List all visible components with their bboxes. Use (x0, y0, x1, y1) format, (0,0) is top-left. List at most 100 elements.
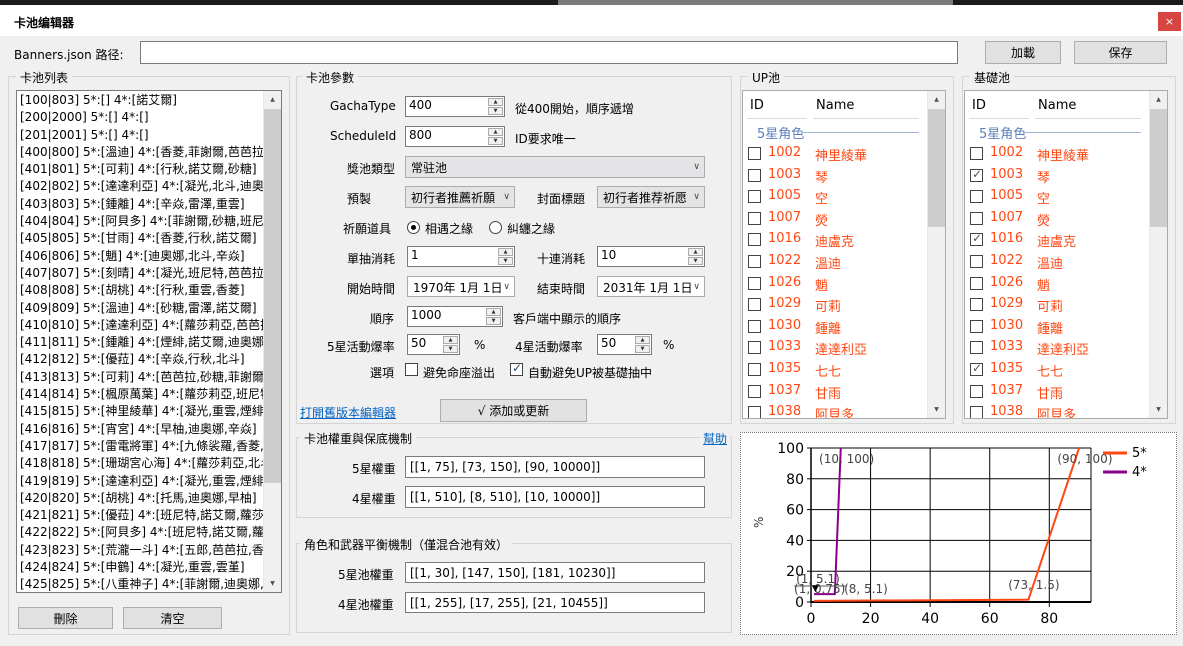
pool-list-item[interactable]: [416|816] 5*:[宵宮] 4*:[早柚,迪奧娜,辛焱] (17, 421, 264, 438)
auto-avoid-up-checkbox[interactable] (510, 363, 523, 376)
weight4-input[interactable] (405, 486, 705, 508)
scroll-up-icon[interactable]: ▲ (928, 91, 945, 108)
pool-list-item[interactable]: [421|821] 5*:[優菈] 4*:[班尼特,諾艾爾,蘿莎莉亞] (17, 507, 264, 524)
spin-up-icon[interactable]: ▲ (498, 248, 513, 256)
pool-weight4-input[interactable] (405, 592, 705, 613)
spin-down-icon[interactable]: ▼ (498, 257, 513, 265)
pool-row[interactable]: 1035七七 (743, 361, 928, 382)
scrollbar-thumb[interactable] (1150, 109, 1167, 227)
pool-row[interactable]: 1037甘雨 (743, 383, 928, 404)
row-checkbox[interactable] (970, 190, 983, 203)
pool-list-item[interactable]: [415|815] 5*:[神里綾華] 4*:[凝光,重雲,煙緋] (17, 403, 264, 420)
row-checkbox[interactable] (748, 363, 761, 376)
pool-list-item[interactable]: [413|813] 5*:[可莉] 4*:[芭芭拉,砂糖,菲謝爾] (17, 369, 264, 386)
pool-list-item[interactable]: [410|810] 5*:[達達利亞] 4*:[蘿莎莉亞,芭芭拉,菲謝爾] (17, 317, 264, 334)
radio-intertwined-fate-label[interactable]: 糾纏之緣 (507, 220, 555, 237)
spin-down-icon[interactable]: ▼ (488, 137, 503, 145)
help-link[interactable]: 幫助 (700, 430, 730, 447)
row-checkbox[interactable] (970, 212, 983, 225)
pool-weight5-input[interactable] (405, 562, 705, 583)
row-checkbox[interactable] (970, 406, 983, 419)
pool-row[interactable]: 1026魈 (965, 275, 1150, 296)
scrollbar-thumb[interactable] (928, 109, 945, 227)
spin-up-icon[interactable]: ▲ (635, 336, 650, 344)
pool-list-item[interactable]: [404|804] 5*:[阿貝多] 4*:[菲謝爾,砂糖,班尼特] (17, 213, 264, 230)
radio-acquaint-fate-label[interactable]: 相遇之緣 (425, 220, 473, 237)
row-checkbox[interactable] (748, 212, 761, 225)
spin-down-icon[interactable]: ▼ (488, 107, 503, 115)
pool-row[interactable]: 1007熒 (965, 210, 1150, 231)
pool-row[interactable]: 1022溫迪 (743, 253, 928, 274)
row-checkbox[interactable] (748, 385, 761, 398)
pool-list-item[interactable]: [425|825] 5*:[八重神子] 4*:[菲謝爾,迪奧娜,托馬] (17, 576, 264, 592)
ten-cost-value[interactable]: 10 (598, 247, 687, 266)
close-button[interactable]: × (1158, 12, 1181, 31)
row-checkbox[interactable] (970, 147, 983, 160)
spin-up-icon[interactable]: ▲ (488, 98, 503, 106)
pool-list-item[interactable]: [407|807] 5*:[刻晴] 4*:[凝光,班尼特,芭芭拉] (17, 265, 264, 282)
spin-up-icon[interactable]: ▲ (688, 248, 703, 256)
save-button[interactable]: 保存 (1074, 41, 1167, 64)
row-checkbox[interactable] (970, 233, 983, 246)
pool-list-item[interactable]: [418|818] 5*:[珊瑚宮心海] 4*:[蘿莎莉亞,北斗,行秋] (17, 455, 264, 472)
pool-list-item[interactable]: [400|800] 5*:[溫迪] 4*:[香菱,菲謝爾,芭芭拉] (17, 144, 264, 161)
row-checkbox[interactable] (970, 298, 983, 311)
row-checkbox[interactable] (748, 298, 761, 311)
pool-list-item[interactable]: [200|2000] 5*:[] 4*:[] (17, 109, 264, 126)
pool-row[interactable]: 1033達達利亞 (743, 339, 928, 360)
scroll-down-icon[interactable]: ▼ (1150, 401, 1167, 418)
row-checkbox[interactable] (748, 255, 761, 268)
old-editor-link[interactable]: 打開舊版本編輯器 (300, 404, 396, 421)
row-checkbox[interactable] (970, 385, 983, 398)
gachatype-spinner[interactable]: 400 ▲▼ (405, 96, 505, 117)
pool-row[interactable]: 1007熒 (743, 210, 928, 231)
add-update-button[interactable]: √ 添加或更新 (440, 399, 587, 422)
pool-listbox[interactable]: [100|803] 5*:[] 4*:[諾艾爾][200|2000] 5*:[]… (16, 90, 282, 593)
pool-row[interactable]: 1030鍾離 (965, 318, 1150, 339)
row-checkbox[interactable] (748, 147, 761, 160)
rate4-spinner[interactable]: 50 ▲▼ (597, 334, 652, 355)
row-checkbox[interactable] (970, 320, 983, 333)
pool-row[interactable]: 1037甘雨 (965, 383, 1150, 404)
pool-row[interactable]: 1005空 (743, 188, 928, 209)
spin-up-icon[interactable]: ▲ (443, 336, 458, 344)
pool-row[interactable]: 1003琴 (965, 167, 1150, 188)
pool-row[interactable]: 1038阿貝多 (965, 404, 1150, 419)
pool-row[interactable]: 1029可莉 (743, 296, 928, 317)
row-checkbox[interactable] (970, 255, 983, 268)
pool-list-item[interactable]: [419|819] 5*:[達達利亞] 4*:[凝光,重雲,煙緋] (17, 473, 264, 490)
avoid-constellation-checkbox[interactable] (405, 363, 418, 376)
rate4-value[interactable]: 50 (598, 335, 634, 354)
scheduleid-spinner[interactable]: 800 ▲▼ (405, 126, 505, 147)
pool-list-item[interactable]: [424|824] 5*:[申鶴] 4*:[凝光,重雲,雲堇] (17, 559, 264, 576)
pool-list-item[interactable]: [411|811] 5*:[鍾離] 4*:[煙緋,諾艾爾,迪奧娜] (17, 334, 264, 351)
pool-row[interactable]: 1002神里綾華 (965, 145, 1150, 166)
scroll-down-icon[interactable]: ▼ (928, 401, 945, 418)
row-checkbox[interactable] (970, 277, 983, 290)
order-value[interactable]: 1000 (408, 307, 485, 326)
spin-down-icon[interactable]: ▼ (486, 317, 501, 325)
scrollbar-thumb[interactable] (264, 109, 281, 483)
pool-row[interactable]: 1026魈 (743, 275, 928, 296)
pool-list-item[interactable]: [408|808] 5*:[胡桃] 4*:[行秋,重雲,香菱] (17, 282, 264, 299)
single-cost-value[interactable]: 1 (408, 247, 497, 266)
pool-row[interactable]: 1029可莉 (965, 296, 1150, 317)
pool-row[interactable]: 1033達達利亞 (965, 339, 1150, 360)
radio-intertwined-fate[interactable] (489, 221, 502, 234)
pool-row[interactable]: 1030鍾離 (743, 318, 928, 339)
ten-cost-spinner[interactable]: 10 ▲▼ (597, 246, 705, 267)
scrollbar[interactable]: ▲ ▼ (927, 91, 945, 418)
delete-button[interactable]: 刪除 (18, 607, 113, 629)
banners-path-input[interactable] (140, 41, 958, 64)
scrollbar[interactable]: ▲ ▼ (1149, 91, 1167, 418)
row-checkbox[interactable] (748, 406, 761, 419)
row-checkbox[interactable] (748, 341, 761, 354)
row-checkbox[interactable] (748, 320, 761, 333)
pool-row[interactable]: 1003琴 (743, 167, 928, 188)
pool-row[interactable]: 1016迪盧克 (743, 231, 928, 252)
row-checkbox[interactable] (970, 341, 983, 354)
row-checkbox[interactable] (748, 169, 761, 182)
spin-up-icon[interactable]: ▲ (488, 128, 503, 136)
spin-down-icon[interactable]: ▼ (688, 257, 703, 265)
pool-row[interactable]: 1016迪盧克 (965, 231, 1150, 252)
